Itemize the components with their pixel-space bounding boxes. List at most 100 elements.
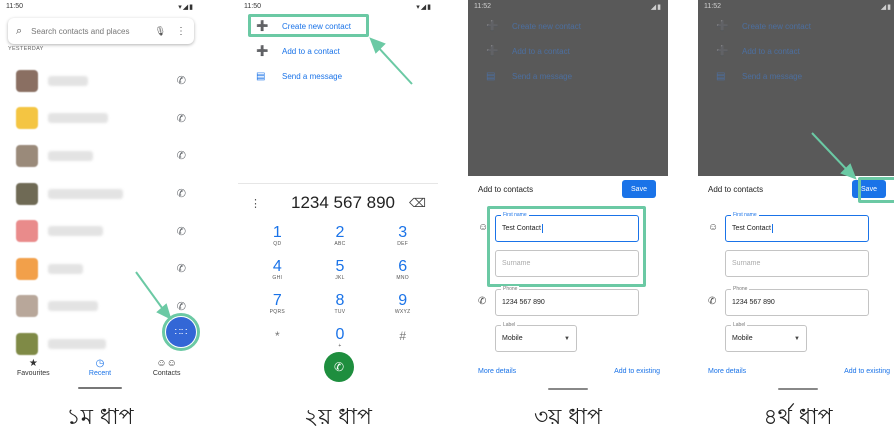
dialpad-key[interactable]: 9 WXYZ — [371, 292, 434, 320]
key-letters: DEF — [397, 241, 409, 247]
avatar — [16, 220, 38, 243]
search-bar[interactable]: ⌕ Search contacts and places 🎙︎ ⋮ — [8, 18, 194, 44]
dialpad-key[interactable]: 4 GHI — [246, 258, 309, 286]
more-details-link[interactable]: More details — [708, 368, 746, 375]
avatar — [16, 107, 38, 130]
phone-type-select[interactable]: Label Mobile ▼ — [495, 322, 577, 352]
phone-icon[interactable]: ✆ — [177, 262, 186, 275]
more-details-link[interactable]: More details — [478, 368, 516, 375]
phone-icon[interactable]: ✆ — [177, 149, 186, 162]
signal-battery-icon: ▾◢▮ — [178, 4, 194, 11]
dialpad-key[interactable]: 5 JKL — [309, 258, 372, 286]
dialpad-key[interactable]: # — [371, 326, 434, 354]
search-input[interactable]: Search contacts and places — [31, 27, 154, 36]
signal-battery-icon: ◢▮ — [880, 4, 892, 11]
call-row[interactable]: ✆ — [0, 212, 200, 250]
call-row[interactable]: ✆ — [0, 250, 200, 288]
dialpad-key[interactable]: 0 + — [309, 326, 372, 354]
create-contact-highlight — [248, 14, 369, 37]
nav-favourites[interactable]: ★ Favourites — [3, 358, 63, 377]
contact-name-blurred — [48, 150, 93, 161]
dialed-number-bar: ⋮ 1234 567 890 ⌫ — [238, 186, 438, 220]
dialpad-key[interactable]: 8 TUV — [309, 292, 372, 320]
save-button[interactable]: Save — [622, 180, 656, 198]
surname-field[interactable]: Surname — [725, 250, 869, 277]
dialed-number[interactable]: 1234 567 890 — [280, 193, 406, 213]
call-row[interactable]: ✆ — [0, 100, 200, 138]
key-digit: 1 — [272, 224, 282, 241]
dialpad-key[interactable]: * — [246, 326, 309, 354]
dialpad-key[interactable]: 3 DEF — [371, 224, 434, 252]
phone-type-value: Mobile — [502, 335, 523, 342]
key-letters: JKL — [335, 275, 345, 281]
avatar — [16, 257, 38, 280]
step3-caption: ৩য় ধাপ — [534, 405, 602, 430]
create-new-contact-item: ➕ Create new contact — [698, 14, 894, 39]
key-letters: ABC — [334, 241, 346, 247]
step4-caption: ৪র্থ ধাপ — [763, 405, 833, 430]
person-add-icon: ➕ — [256, 46, 269, 57]
phone-field[interactable]: Phone 1234 567 890 — [725, 286, 869, 316]
status-time: 11:52 — [474, 3, 491, 10]
menu-label: Add to a contact — [282, 47, 340, 56]
more-options-icon[interactable]: ⋮ — [250, 197, 280, 210]
phone-field[interactable]: Phone 1234 567 890 — [495, 286, 639, 316]
dialpad-key[interactable]: 6 MNO — [371, 258, 434, 286]
phone-type-select[interactable]: Label Mobile ▼ — [725, 322, 807, 352]
microphone-icon[interactable]: 🎙︎ — [155, 26, 166, 37]
sheet-title: Add to contacts — [708, 184, 764, 194]
add-to-existing-link[interactable]: Add to existing — [614, 368, 660, 375]
dimmed-background: 11:52 ◢▮ ➕ Create new contact ➕ Add to a c… — [698, 0, 894, 176]
section-label: YESTERDAY — [8, 46, 44, 52]
backspace-icon[interactable]: ⌫ — [406, 196, 426, 210]
key-digit: 6 — [398, 258, 408, 275]
send-message-item: ▤ Send a message — [468, 64, 668, 89]
contact-name-blurred — [48, 338, 106, 349]
add-to-existing-link[interactable]: Add to existing — [844, 368, 890, 375]
dialpad-key[interactable]: 7 PQRS — [246, 292, 309, 320]
phone-icon: ✆ — [708, 296, 717, 307]
signal-battery-icon: ◢▮ — [650, 4, 662, 11]
phone-icon: ✆ — [333, 360, 345, 374]
call-button[interactable]: ✆ — [324, 352, 354, 382]
dialpad-button[interactable]: ∷∷ — [166, 317, 196, 347]
key-letters: GHI — [272, 275, 283, 281]
field-label: Phone — [501, 286, 520, 292]
phone-icon[interactable]: ✆ — [177, 74, 186, 87]
phone-icon: ✆ — [478, 296, 487, 307]
key-digit: 8 — [335, 292, 345, 309]
key-letters: + — [338, 343, 342, 349]
phone-icon[interactable]: ✆ — [177, 187, 186, 200]
phone-icon[interactable]: ✆ — [177, 300, 186, 313]
dialpad: 1 QD 2 ABC 3 DEF 4 GHI 5 JKL 6 MNO 7 PQRS 8 TUV … — [246, 224, 434, 354]
field-label: First name — [731, 212, 759, 218]
status-bar: 11:52 ◢▮ — [468, 0, 668, 14]
add-to-contact-item[interactable]: ➕ Add to a contact — [238, 39, 438, 64]
bottom-navigation: ★ Favourites ◷ Recent ☺☺ Contacts — [0, 358, 200, 388]
dialpad-key[interactable]: 2 ABC — [309, 224, 372, 252]
first-name-field[interactable]: First name Test Contact — [725, 212, 869, 242]
message-icon: ▤ — [716, 71, 726, 82]
phone-icon[interactable]: ✆ — [177, 112, 186, 125]
call-row[interactable]: ✆ — [0, 62, 200, 100]
menu-label: Create new contact — [742, 22, 811, 31]
call-row[interactable]: ✆ — [0, 175, 200, 213]
footer-links: More details Add to existing — [708, 368, 890, 375]
sheet-title: Add to contacts — [478, 184, 534, 194]
key-digit: 7 — [272, 292, 282, 309]
key-digit: 2 — [335, 224, 345, 241]
call-row[interactable]: ✆ — [0, 137, 200, 175]
nav-contacts[interactable]: ☺☺ Contacts — [137, 358, 197, 377]
phone-icon[interactable]: ✆ — [177, 225, 186, 238]
more-options-icon[interactable]: ⋮ — [176, 26, 186, 37]
nav-recent[interactable]: ◷ Recent — [70, 358, 130, 377]
dialpad-key[interactable]: 1 QD — [246, 224, 309, 252]
send-message-item[interactable]: ▤ Send a message — [238, 64, 438, 89]
person-add-icon: ➕ — [716, 46, 729, 57]
menu-label: Add to a contact — [742, 47, 800, 56]
sheet-header: Add to contacts Save — [468, 178, 668, 200]
avatar — [16, 332, 38, 355]
key-digit: 5 — [335, 258, 345, 275]
key-letters: PQRS — [269, 309, 286, 315]
add-to-contact-item: ➕ Add to a contact — [468, 39, 668, 64]
